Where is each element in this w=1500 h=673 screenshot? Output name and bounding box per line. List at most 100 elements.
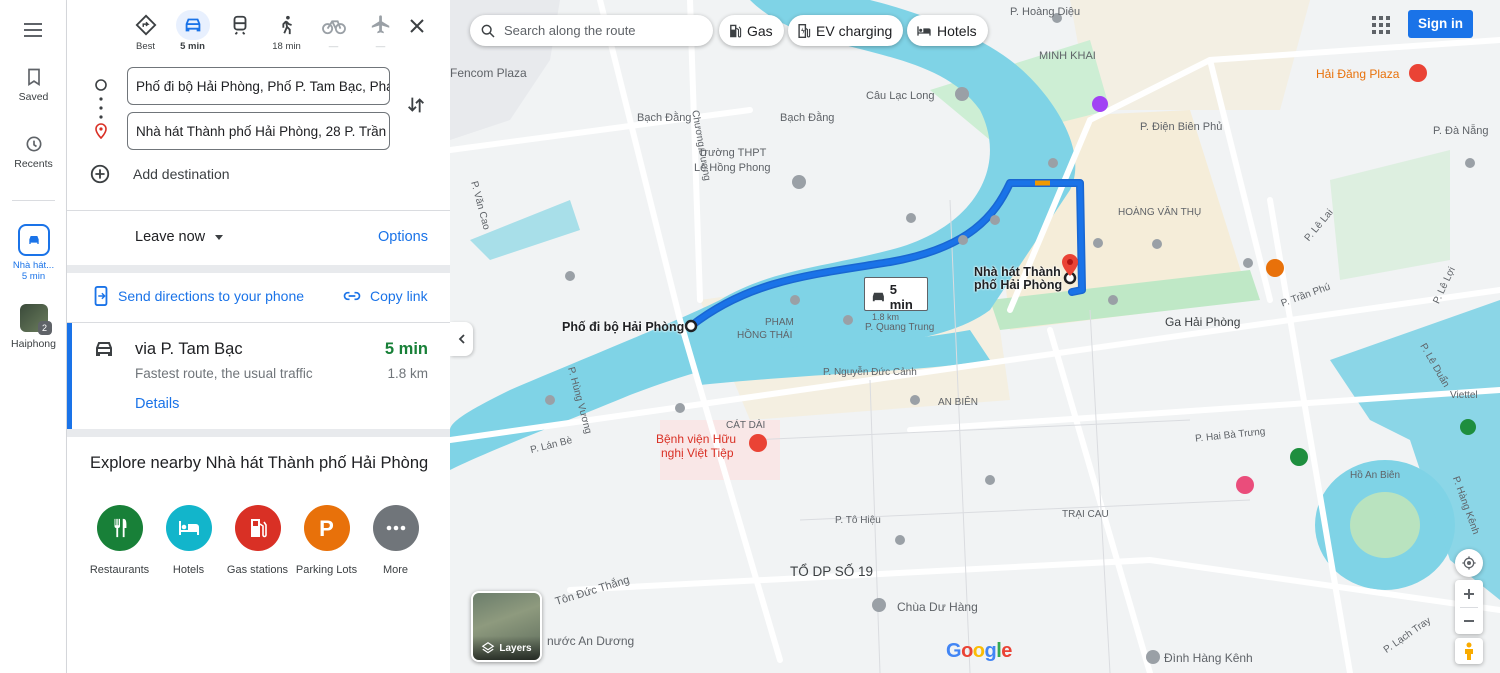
chip-ev-charging[interactable]: EV charging bbox=[788, 15, 904, 46]
apps-grid-button[interactable] bbox=[1371, 15, 1391, 40]
restaurant-icon bbox=[96, 505, 143, 551]
history-icon bbox=[26, 136, 41, 152]
destination-input[interactable]: Nhà hát Thành phố Hải Phòng, 28 P. Trần … bbox=[127, 112, 390, 150]
car-icon bbox=[17, 224, 50, 256]
map-label: Hồ An Biên bbox=[1350, 470, 1401, 481]
zoom-in-button[interactable] bbox=[1463, 581, 1475, 607]
send-to-phone-button[interactable]: Send directions to your phone bbox=[92, 286, 304, 306]
menu-icon[interactable] bbox=[21, 18, 45, 42]
section-band bbox=[67, 265, 450, 273]
link-icon bbox=[343, 291, 361, 301]
mode-cycling[interactable]: — bbox=[310, 10, 357, 58]
search-along-route-input[interactable]: Search along the route bbox=[470, 15, 713, 46]
map-label: Bạch Đằng bbox=[780, 112, 835, 124]
map-label: Hải Đăng Plaza bbox=[1316, 67, 1400, 81]
hotel-icon bbox=[917, 25, 931, 36]
map-label: Fencom Plaza bbox=[450, 66, 527, 80]
send-to-phone-label: Send directions to your phone bbox=[118, 288, 305, 304]
map-label: Đình Hàng Kênh bbox=[1164, 651, 1253, 665]
sign-in-button[interactable]: Sign in bbox=[1408, 10, 1473, 38]
map-label: P. Điện Biên Phủ bbox=[1140, 121, 1223, 133]
recents-label: Recents bbox=[14, 158, 53, 170]
swap-waypoints-button[interactable] bbox=[405, 94, 427, 121]
mode-walking[interactable]: 18 min bbox=[263, 10, 310, 58]
best-route-icon bbox=[135, 14, 156, 36]
chip-label: Gas bbox=[747, 22, 773, 39]
travel-modes: Best 5 min 18 min — — bbox=[122, 10, 404, 58]
category-label: Restaurants bbox=[89, 564, 150, 576]
map-label: P. Tô Hiệu bbox=[835, 515, 881, 526]
saved-button[interactable]: Saved bbox=[0, 67, 67, 103]
google-logo: Google bbox=[946, 640, 1012, 662]
chevron-left-icon bbox=[458, 334, 465, 344]
add-destination-button[interactable]: Add destination bbox=[89, 163, 230, 185]
copy-link-label: Copy link bbox=[370, 288, 428, 304]
chip-hotels[interactable]: Hotels bbox=[907, 15, 988, 46]
origin-map-label[interactable]: Phố đi bộ Hải Phòng bbox=[562, 321, 684, 334]
place-thumbnail: 2 bbox=[19, 304, 52, 335]
map-label: Câu Lạc Long bbox=[866, 90, 935, 102]
layers-label: Layers bbox=[499, 642, 532, 654]
options-button[interactable]: Options bbox=[378, 229, 428, 245]
recent-route-time: 5 min bbox=[21, 271, 46, 282]
map-label: TỔ DP SỐ 19 bbox=[790, 564, 874, 579]
gas-icon bbox=[234, 505, 281, 551]
map-canvas[interactable]: P. Hoàng Diệu MINH KHAI Hải Đăng Plaza C… bbox=[450, 0, 1500, 673]
map-label: Bệnh viện Hữu bbox=[656, 432, 737, 446]
mode-transit[interactable] bbox=[216, 10, 263, 58]
map-label: MINH KHAI bbox=[1039, 50, 1096, 62]
origin-circle-icon bbox=[95, 79, 107, 91]
collapse-panel-button[interactable] bbox=[450, 322, 473, 356]
mode-best[interactable]: Best bbox=[122, 10, 169, 58]
map-label: CÁT DÀI bbox=[726, 420, 766, 431]
leave-now-dropdown[interactable]: Leave now bbox=[135, 229, 225, 245]
recents-button[interactable]: Recents bbox=[0, 134, 67, 170]
category-hotels[interactable]: Hotels bbox=[154, 505, 223, 578]
my-location-button[interactable] bbox=[1455, 549, 1483, 577]
minus-icon bbox=[1464, 619, 1474, 622]
apps-grid-icon bbox=[1372, 16, 1390, 34]
map-label: Bạch Đằng bbox=[637, 112, 692, 124]
plus-icon bbox=[1464, 588, 1474, 599]
destination-map-label[interactable]: Nhà hát Thành phố Hải Phòng bbox=[974, 266, 1066, 292]
category-label: More bbox=[382, 564, 409, 576]
layers-button[interactable]: Layers bbox=[471, 591, 542, 662]
street-view-pegman-button[interactable] bbox=[1455, 638, 1483, 664]
car-icon bbox=[185, 18, 200, 32]
my-location-icon bbox=[1462, 556, 1476, 570]
saved-label: Saved bbox=[18, 91, 49, 103]
map-label: PHAM bbox=[765, 317, 794, 328]
map-label: Ga Hải Phòng bbox=[1165, 315, 1241, 329]
close-directions-button[interactable] bbox=[405, 14, 429, 38]
bookmark-icon bbox=[27, 68, 40, 87]
route-details-link[interactable]: Details bbox=[135, 396, 179, 412]
zoom-out-button[interactable] bbox=[1463, 608, 1475, 634]
mode-driving-label: 5 min bbox=[180, 41, 205, 52]
category-more[interactable]: More bbox=[361, 505, 430, 578]
route-description: Fastest route, the usual traffic bbox=[135, 366, 313, 381]
recent-place-item[interactable]: 2 Haiphong bbox=[0, 304, 67, 350]
airplane-icon bbox=[371, 15, 389, 34]
route-option[interactable]: via P. Tam Bạc Fastest route, the usual … bbox=[67, 323, 450, 429]
category-parking[interactable]: P Parking Lots bbox=[292, 505, 361, 578]
category-gas-stations[interactable]: Gas stations bbox=[223, 505, 292, 578]
rail-divider bbox=[12, 200, 55, 201]
map-label: Chùa Dư Hàng bbox=[897, 600, 978, 614]
close-icon bbox=[410, 19, 424, 33]
map-label: P. Hoàng Diệu bbox=[1010, 6, 1081, 18]
map-label: P. Đà Nẵng bbox=[1433, 125, 1489, 137]
map-label: AN BIÊN bbox=[938, 397, 979, 408]
route-time-card[interactable]: 5 min 1.8 km bbox=[864, 277, 928, 322]
mode-flight[interactable]: — bbox=[357, 10, 404, 58]
category-restaurants[interactable]: Restaurants bbox=[85, 505, 154, 578]
recent-route-item[interactable]: Nhà hát... 5 min bbox=[0, 224, 67, 282]
origin-input[interactable]: Phố đi bộ Hải Phòng, Phố P. Tam Bạc, Phạ… bbox=[127, 67, 390, 105]
chip-gas[interactable]: Gas bbox=[719, 15, 784, 46]
category-label: Hotels bbox=[172, 564, 205, 576]
category-label: Gas stations bbox=[226, 564, 289, 576]
chip-label: Hotels bbox=[937, 22, 977, 39]
destination-pin-icon bbox=[95, 123, 107, 139]
copy-link-button[interactable]: Copy link bbox=[342, 286, 428, 306]
mode-driving[interactable]: 5 min bbox=[169, 10, 216, 58]
map-label: nước An Dương bbox=[547, 634, 635, 648]
